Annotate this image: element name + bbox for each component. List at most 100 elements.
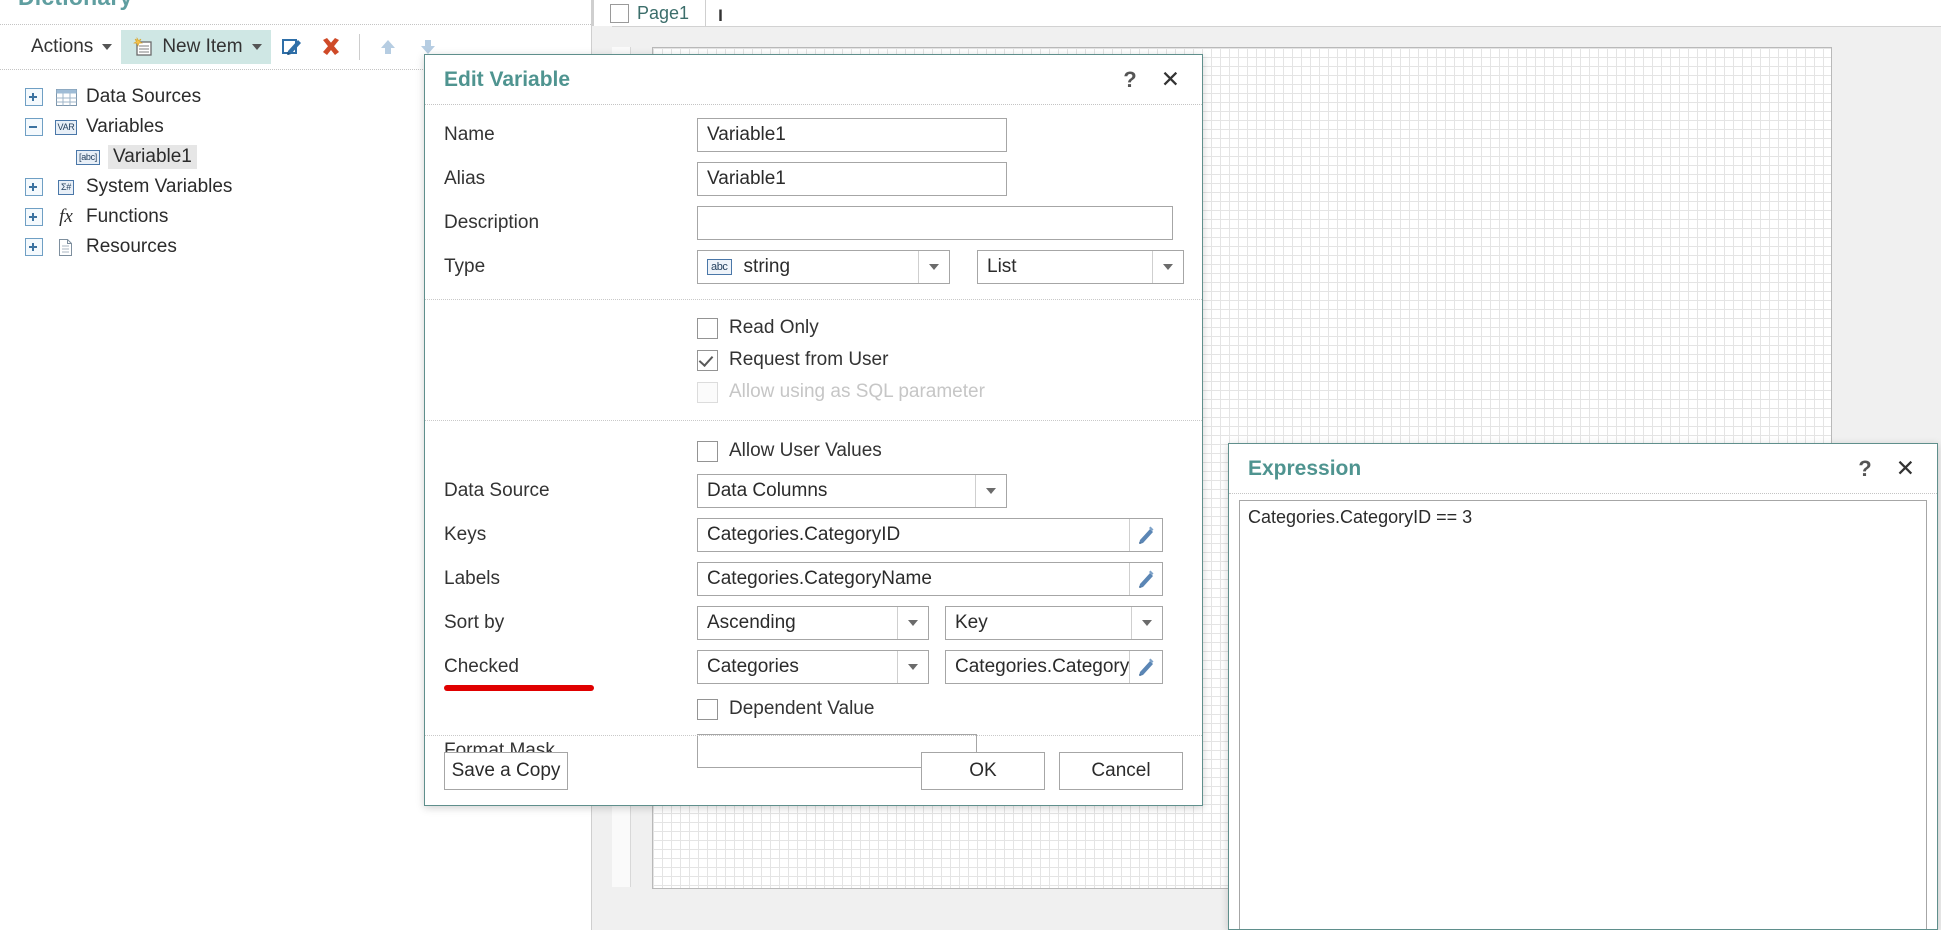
edit-item-button[interactable] <box>274 30 308 64</box>
type-combo[interactable]: abc string <box>697 250 950 284</box>
delete-item-button[interactable] <box>314 30 348 64</box>
data-source-combo-arrow[interactable] <box>975 475 1006 507</box>
checked-expression-field[interactable]: Categories.CategoryI <box>945 650 1163 684</box>
sort-direction-combo-arrow[interactable] <box>897 607 928 639</box>
fx-icon-text: fx <box>59 206 73 227</box>
delete-cross-icon <box>322 38 339 55</box>
cancel-button[interactable]: Cancel <box>1059 751 1183 790</box>
page-tab-page1[interactable]: Page1 <box>593 0 707 26</box>
page-tab-bar: Page1 I <box>592 0 1941 27</box>
expander-minus-icon[interactable] <box>25 118 43 136</box>
type-kind-combo-arrow[interactable] <box>1152 251 1183 283</box>
checked-label-wrap: Checked <box>444 656 697 691</box>
ok-button[interactable]: OK <box>921 751 1045 790</box>
type-kind-combo[interactable]: List <box>977 250 1184 284</box>
row-keys: Keys Categories.CategoryID <box>425 513 1202 557</box>
request-from-user-checkbox[interactable] <box>697 349 718 371</box>
expression-dialog: Expression ? ✕ Categories.CategoryID == … <box>1228 443 1938 930</box>
checked-label: Checked <box>444 656 519 677</box>
sort-direction-combo[interactable]: Ascending <box>697 606 929 640</box>
checkbox-row-request-from-user[interactable]: Request from User <box>425 344 1202 376</box>
data-source-label: Data Source <box>444 480 550 501</box>
labels-field[interactable]: Categories.CategoryName <box>697 562 1163 596</box>
arrow-up-icon <box>380 40 395 54</box>
expression-title: Expression <box>1248 456 1362 480</box>
chevron-down-icon-sort-field <box>1142 620 1152 626</box>
sysvar-badge-text: Σ# <box>58 179 74 195</box>
edit-variable-datasource-section: Allow User Values Data Source Data Colum… <box>425 421 1202 773</box>
row-description: Description <box>425 201 1202 245</box>
keys-field[interactable]: Categories.CategoryID <box>697 518 1163 552</box>
alias-input[interactable]: Variable1 <box>697 162 1007 196</box>
alias-label: Alias <box>444 168 486 189</box>
allow-sql-parameter-label: Allow using as SQL parameter <box>729 381 985 402</box>
expression-help-icon[interactable]: ? <box>1846 456 1883 482</box>
expander-plus-icon-resources[interactable] <box>25 238 43 256</box>
checked-expression-edit-button[interactable] <box>1129 651 1162 683</box>
expander-plus-icon[interactable] <box>25 88 43 106</box>
dependent-value-checkbox[interactable] <box>697 698 718 720</box>
sort-by-label: Sort by <box>444 612 505 633</box>
edit-variable-flags-section: Read Only Request from User Allow using … <box>425 300 1202 420</box>
row-sort-by: Sort by Ascending Key <box>425 601 1202 645</box>
allow-user-values-checkbox[interactable] <box>697 440 718 462</box>
expander-plus-icon-functions[interactable] <box>25 208 43 226</box>
checked-source-combo[interactable]: Categories <box>697 650 929 684</box>
dependent-value-label: Dependent Value <box>729 698 875 719</box>
chevron-down-icon-new-item <box>251 44 262 50</box>
type-combo-arrow[interactable] <box>918 251 949 283</box>
expression-editor[interactable]: Categories.CategoryID == 3 <box>1239 500 1927 929</box>
edit-variable-dialog: Edit Variable ? ✕ Name Variable1 Alias V… <box>424 54 1203 806</box>
new-item-button[interactable]: New Item <box>121 30 271 64</box>
type-kind-value: List <box>987 256 1017 277</box>
keys-label: Keys <box>444 524 487 545</box>
labels-edit-button[interactable] <box>1129 563 1162 595</box>
sort-field-combo[interactable]: Key <box>945 606 1163 640</box>
page-tab-checkbox[interactable] <box>610 3 629 23</box>
tree-label-data-sources: Data Sources <box>86 86 202 107</box>
var-badge-icon: VAR <box>54 117 78 137</box>
sysvar-badge-icon: Σ# <box>54 177 78 197</box>
move-up-button[interactable] <box>371 30 405 64</box>
sort-field-combo-arrow[interactable] <box>1131 607 1162 639</box>
description-input[interactable] <box>697 206 1173 240</box>
fx-icon: fx <box>54 206 78 227</box>
checkbox-row-allow-user-values[interactable]: Allow User Values <box>425 433 1202 469</box>
edit-variable-title: Edit Variable <box>444 67 571 91</box>
description-label: Description <box>444 212 540 233</box>
type-combo-value-wrap: abc string <box>698 256 918 278</box>
edit-variable-basic-section: Name Variable1 Alias Variable1 Descripti… <box>425 105 1202 289</box>
pencil-icon-keys <box>1139 526 1154 544</box>
chevron-down-icon-sort-dir <box>908 620 918 626</box>
expression-close-icon[interactable]: ✕ <box>1884 457 1921 480</box>
checkbox-row-read-only[interactable]: Read Only <box>425 312 1202 344</box>
chevron-down-icon-checked <box>908 664 918 670</box>
checkbox-row-dependent-value[interactable]: Dependent Value <box>425 689 1202 729</box>
tree-label-system-variables: System Variables <box>86 176 233 197</box>
labels-label: Labels <box>444 568 500 589</box>
data-source-combo[interactable]: Data Columns <box>697 474 1007 508</box>
chevron-down-icon-type <box>929 264 939 270</box>
close-icon[interactable]: ✕ <box>1149 68 1186 91</box>
document-icon <box>54 237 78 257</box>
new-item-label: New Item <box>162 36 243 57</box>
row-name: Name Variable1 <box>425 113 1202 157</box>
keys-edit-button[interactable] <box>1129 519 1162 551</box>
tree-label-functions: Functions <box>86 206 169 227</box>
help-icon[interactable]: ? <box>1111 67 1148 93</box>
sort-field-value: Key <box>955 612 988 633</box>
type-label: Type <box>444 256 486 277</box>
expander-plus-icon-sysvars[interactable] <box>25 178 43 196</box>
save-a-copy-button[interactable]: Save a Copy <box>444 751 568 790</box>
name-input[interactable]: Variable1 <box>697 118 1007 152</box>
checked-expression-value: Categories.CategoryI <box>955 656 1129 677</box>
chevron-down-icon <box>102 44 113 50</box>
chevron-down-icon-kind <box>1163 264 1173 270</box>
actions-menu-button[interactable]: Actions <box>22 30 121 64</box>
page-tab-extra[interactable]: I <box>706 6 735 26</box>
read-only-checkbox[interactable] <box>697 317 718 339</box>
dictionary-title: Dictionary <box>18 0 132 11</box>
name-label: Name <box>444 124 495 145</box>
actions-menu-label: Actions <box>31 36 94 57</box>
checked-source-combo-arrow[interactable] <box>897 651 928 683</box>
